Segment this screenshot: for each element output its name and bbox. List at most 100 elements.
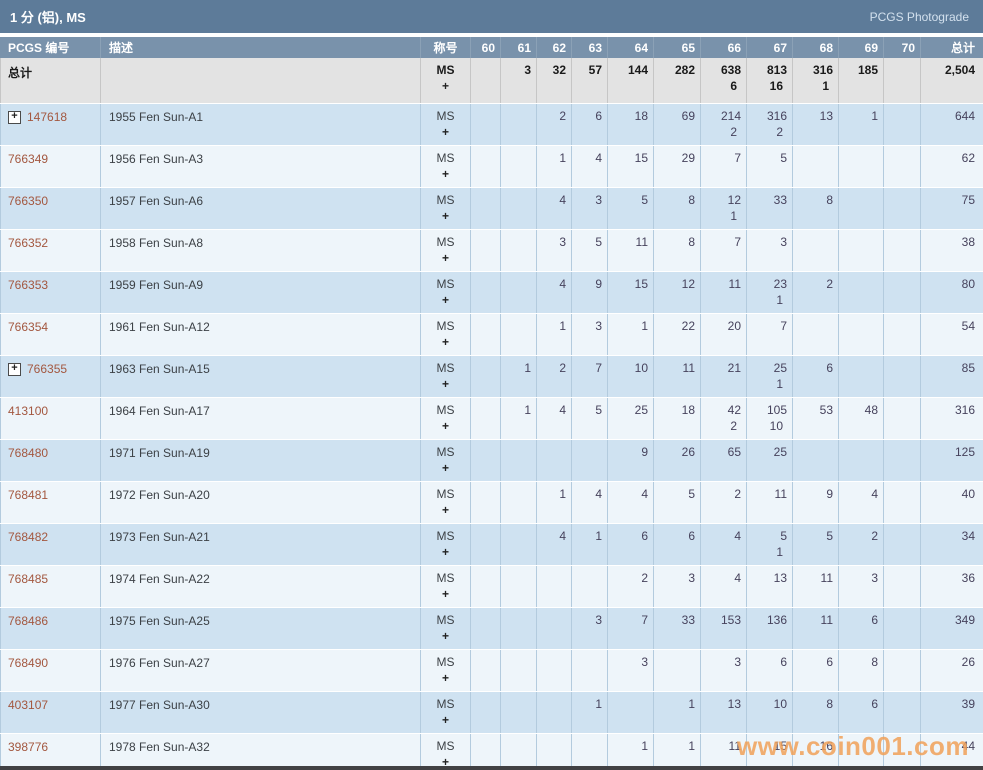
grade-count[interactable]: 5 [608,193,648,207]
grade-count[interactable]: 4 [537,529,566,543]
grade-count[interactable]: 5 [572,403,602,417]
grade-count[interactable]: 1 [572,697,602,711]
grade-count[interactable]: 69 [654,109,695,123]
grade-count[interactable]: 3 [572,319,602,333]
grade-count[interactable]: 26 [654,445,695,459]
grade-count[interactable]: 3 [572,613,602,627]
grade-count[interactable]: 15 [608,277,648,291]
pcgs-number-link[interactable]: 398776 [8,740,48,754]
plus-grade-count[interactable]: 2 [701,419,741,433]
grade-count[interactable]: 4 [572,487,602,501]
grade-count[interactable]: 48 [839,403,878,417]
grade-count[interactable]: 1 [608,739,648,753]
grade-count[interactable]: 2 [608,571,648,585]
grade-count[interactable]: 15 [747,739,787,753]
grade-count[interactable]: 4 [701,529,741,543]
grade-count[interactable]: 6 [654,529,695,543]
pcgs-number-link[interactable]: 768481 [8,488,48,502]
grade-count[interactable]: 3 [654,571,695,585]
grade-count[interactable]: 6 [839,697,878,711]
grade-count[interactable]: 3 [537,235,566,249]
pcgs-number-link[interactable]: 766352 [8,236,48,250]
grade-count[interactable]: 6 [747,655,787,669]
grade-count[interactable]: 1 [839,109,878,123]
plus-grade-count[interactable]: 1 [701,209,741,223]
grade-count[interactable]: 21 [701,361,741,375]
grade-count[interactable]: 11 [701,739,741,753]
pcgs-number-link[interactable]: 768490 [8,656,48,670]
plus-grade-count[interactable]: 10 [747,419,787,433]
grade-count[interactable]: 33 [654,613,695,627]
plus-grade-count[interactable]: 1 [747,293,787,307]
grade-count[interactable]: 136 [747,613,787,627]
grade-count[interactable]: 5 [747,151,787,165]
grade-count[interactable]: 65 [701,445,741,459]
grade-count[interactable]: 3 [608,655,648,669]
pcgs-number-link[interactable]: 766349 [8,152,48,166]
grade-count[interactable]: 6 [572,109,602,123]
grade-count[interactable]: 7 [701,235,741,249]
grade-count[interactable]: 4 [537,193,566,207]
grade-count[interactable]: 6 [608,529,648,543]
grade-count[interactable]: 1 [537,151,566,165]
grade-count[interactable]: 10 [608,361,648,375]
pcgs-number-link[interactable]: 768486 [8,614,48,628]
grade-count[interactable]: 7 [701,151,741,165]
grade-count[interactable]: 1 [572,529,602,543]
grade-count[interactable]: 4 [608,487,648,501]
grade-count[interactable]: 23 [747,277,787,291]
grade-count[interactable]: 153 [701,613,741,627]
grade-count[interactable]: 214 [701,109,741,123]
grade-count[interactable]: 29 [654,151,695,165]
grade-count[interactable]: 5 [654,487,695,501]
grade-count[interactable]: 13 [701,697,741,711]
grade-count[interactable]: 2 [793,277,833,291]
grade-count[interactable]: 2 [537,361,566,375]
grade-count[interactable]: 316 [747,109,787,123]
grade-count[interactable]: 10 [747,697,787,711]
pcgs-number-link[interactable]: 766355 [27,362,67,376]
pcgs-number-link[interactable]: 403107 [8,698,48,712]
grade-count[interactable]: 9 [572,277,602,291]
grade-count[interactable]: 1 [654,697,695,711]
expand-icon[interactable]: + [8,363,21,376]
grade-count[interactable]: 33 [747,193,787,207]
grade-count[interactable]: 3 [572,193,602,207]
photograde-link[interactable]: PCGS Photograde [870,10,969,24]
grade-count[interactable]: 25 [747,361,787,375]
grade-count[interactable]: 9 [608,445,648,459]
grade-count[interactable]: 11 [654,361,695,375]
plus-grade-count[interactable]: 1 [747,377,787,391]
grade-count[interactable]: 1 [654,739,695,753]
grade-count[interactable]: 6 [793,655,833,669]
grade-count[interactable]: 3 [747,235,787,249]
grade-count[interactable]: 8 [654,235,695,249]
grade-count[interactable]: 3 [701,655,741,669]
grade-count[interactable]: 1 [537,319,566,333]
grade-count[interactable]: 6 [839,613,878,627]
pcgs-number-link[interactable]: 768480 [8,446,48,460]
grade-count[interactable]: 1 [501,403,531,417]
plus-grade-count[interactable]: 2 [701,125,741,139]
grade-count[interactable]: 53 [793,403,833,417]
grade-count[interactable]: 11 [747,487,787,501]
grade-count[interactable]: 20 [701,319,741,333]
grade-count[interactable]: 7 [608,613,648,627]
pcgs-number-link[interactable]: 766354 [8,320,48,334]
grade-count[interactable]: 2 [701,487,741,501]
pcgs-number-link[interactable]: 413100 [8,404,48,418]
grade-count[interactable]: 6 [793,361,833,375]
grade-count[interactable]: 8 [654,193,695,207]
grade-count[interactable]: 2 [839,529,878,543]
grade-count[interactable]: 8 [793,193,833,207]
grade-count[interactable]: 25 [608,403,648,417]
grade-count[interactable]: 42 [701,403,741,417]
grade-count[interactable]: 4 [701,571,741,585]
grade-count[interactable]: 16 [793,739,833,753]
pcgs-number-link[interactable]: 768485 [8,572,48,586]
grade-count[interactable]: 18 [654,403,695,417]
grade-count[interactable]: 7 [747,319,787,333]
grade-count[interactable]: 4 [537,277,566,291]
grade-count[interactable]: 25 [747,445,787,459]
grade-count[interactable]: 105 [747,403,787,417]
